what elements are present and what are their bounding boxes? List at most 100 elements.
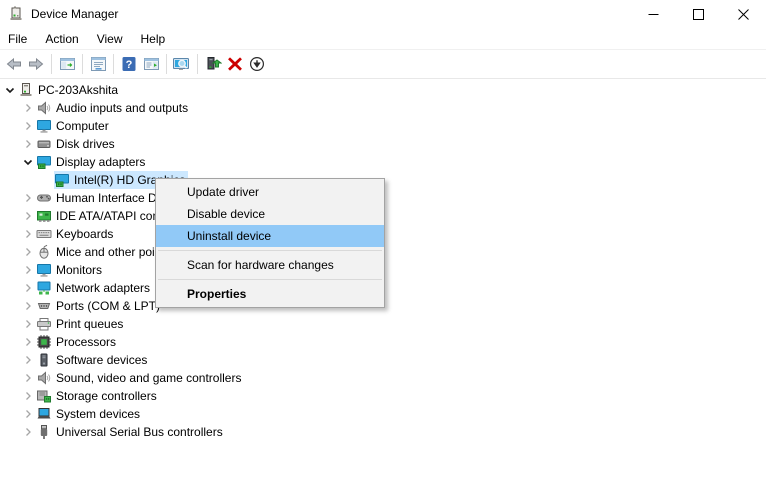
menu-bar: File Action View Help [0, 28, 766, 50]
tree-item[interactable]: PC-203Akshita [0, 81, 766, 99]
tree-item[interactable]: Sound, video and game controllers [0, 369, 766, 387]
tree-item-label: Disk drives [56, 137, 115, 151]
context-menu-item-uninstall-device[interactable]: Uninstall device [156, 225, 384, 247]
processor-icon [36, 334, 52, 350]
chevron-right-icon[interactable] [20, 424, 36, 440]
minimize-icon [648, 13, 659, 15]
tree-item[interactable]: Universal Serial Bus controllers [0, 423, 766, 441]
tree-item-label: Ports (COM & LPT) [56, 299, 161, 313]
chevron-right-icon[interactable] [20, 118, 36, 134]
tree-item-label: Universal Serial Bus controllers [56, 425, 223, 439]
maximize-button[interactable] [676, 0, 721, 28]
chevron-right-icon[interactable] [20, 208, 36, 224]
chevron-right-icon[interactable] [20, 190, 36, 206]
tree-item[interactable]: Display adapters [0, 153, 766, 171]
update-driver-button[interactable] [202, 53, 224, 75]
tree-item[interactable]: Audio inputs and outputs [0, 99, 766, 117]
svg-text:?: ? [126, 59, 133, 71]
computer-icon [18, 82, 34, 98]
disable-device-button[interactable] [246, 53, 268, 75]
tree-item-label: Display adapters [56, 155, 146, 169]
help-icon: ? [121, 56, 137, 72]
show-console-tree-button[interactable] [56, 53, 78, 75]
context-menu-separator [158, 279, 382, 280]
printer-icon [36, 316, 52, 332]
tree-item[interactable]: System devices [0, 405, 766, 423]
caption-buttons [631, 0, 766, 28]
maximize-icon [693, 8, 704, 20]
tree-item[interactable]: Computer [0, 117, 766, 135]
scan-hardware-button[interactable] [171, 53, 193, 75]
tree-item-label: Network adapters [56, 281, 151, 295]
keyboard-icon [36, 226, 52, 242]
tree-item[interactable]: Processors [0, 333, 766, 351]
display-adapter-icon [36, 154, 52, 170]
menubar-item-help[interactable]: Help [132, 28, 175, 50]
monitor-icon [36, 118, 52, 134]
chevron-right-icon[interactable] [20, 226, 36, 242]
tree-item-label: System devices [56, 407, 141, 421]
disk-icon [36, 136, 52, 152]
forward-button[interactable] [25, 53, 47, 75]
chevron-down-icon[interactable] [2, 82, 18, 98]
tree-item-label: Keyboards [56, 227, 114, 241]
tree-item-label: PC-203Akshita [38, 83, 119, 97]
red-x-icon [227, 56, 243, 72]
context-menu-item-scan-for-hardware-changes[interactable]: Scan for hardware changes [156, 254, 384, 276]
tree-item[interactable]: Disk drives [0, 135, 766, 153]
toolbar-separator [166, 54, 167, 74]
mouse-icon [36, 244, 52, 260]
menubar-item-view[interactable]: View [88, 28, 132, 50]
menubar-item-action[interactable]: Action [36, 28, 87, 50]
context-menu: Update driver Disable device Uninstall dev… [155, 178, 385, 308]
chevron-right-icon[interactable] [20, 298, 36, 314]
context-menu-item-disable-device[interactable]: Disable device [156, 203, 384, 225]
tree-item-label: Audio inputs and outputs [56, 101, 189, 115]
back-button[interactable] [3, 53, 25, 75]
tree-item[interactable]: Print queues [0, 315, 766, 333]
help-button[interactable]: ? [118, 53, 140, 75]
chevron-right-icon[interactable] [20, 334, 36, 350]
tree-item-label: Software devices [56, 353, 148, 367]
tree-item-label: Processors [56, 335, 117, 349]
scan-computer-icon [172, 56, 192, 72]
speaker-icon [36, 100, 52, 116]
tree-item-label: Computer [56, 119, 109, 133]
minimize-button[interactable] [631, 0, 676, 28]
tree-item[interactable]: Software devices [0, 351, 766, 369]
context-menu-separator [158, 250, 382, 251]
tree-item[interactable]: Storage controllers [0, 387, 766, 405]
context-menu-item-update-driver[interactable]: Update driver [156, 181, 384, 203]
uninstall-device-button[interactable] [224, 53, 246, 75]
port-icon [36, 298, 52, 314]
toolbar-separator [113, 54, 114, 74]
system-icon [36, 406, 52, 422]
chevron-right-icon[interactable] [20, 262, 36, 278]
close-icon [738, 8, 749, 20]
tree-item-label: Print queues [56, 317, 124, 331]
chevron-right-icon[interactable] [20, 100, 36, 116]
forward-arrow-icon [27, 56, 45, 72]
chevron-right-icon[interactable] [20, 352, 36, 368]
menubar-item-file[interactable]: File [8, 28, 36, 50]
properties-button[interactable] [87, 53, 109, 75]
software-icon [36, 352, 52, 368]
close-button[interactable] [721, 0, 766, 28]
chevron-placeholder [38, 172, 54, 188]
window-title: Device Manager [31, 7, 119, 21]
action-pane-button[interactable] [140, 53, 162, 75]
chevron-down-icon[interactable] [20, 154, 36, 170]
chevron-right-icon[interactable] [20, 316, 36, 332]
chevron-right-icon[interactable] [20, 136, 36, 152]
chevron-right-icon[interactable] [20, 244, 36, 260]
context-menu-item-properties[interactable]: Properties [156, 283, 384, 305]
ide-card-icon [36, 208, 52, 224]
chevron-right-icon[interactable] [20, 388, 36, 404]
chevron-right-icon[interactable] [20, 280, 36, 296]
toolbar-separator [82, 54, 83, 74]
device-manager-icon [8, 6, 24, 22]
chevron-right-icon[interactable] [20, 370, 36, 386]
properties-window-icon [90, 56, 107, 72]
chevron-right-icon[interactable] [20, 406, 36, 422]
toolbar-separator [197, 54, 198, 74]
